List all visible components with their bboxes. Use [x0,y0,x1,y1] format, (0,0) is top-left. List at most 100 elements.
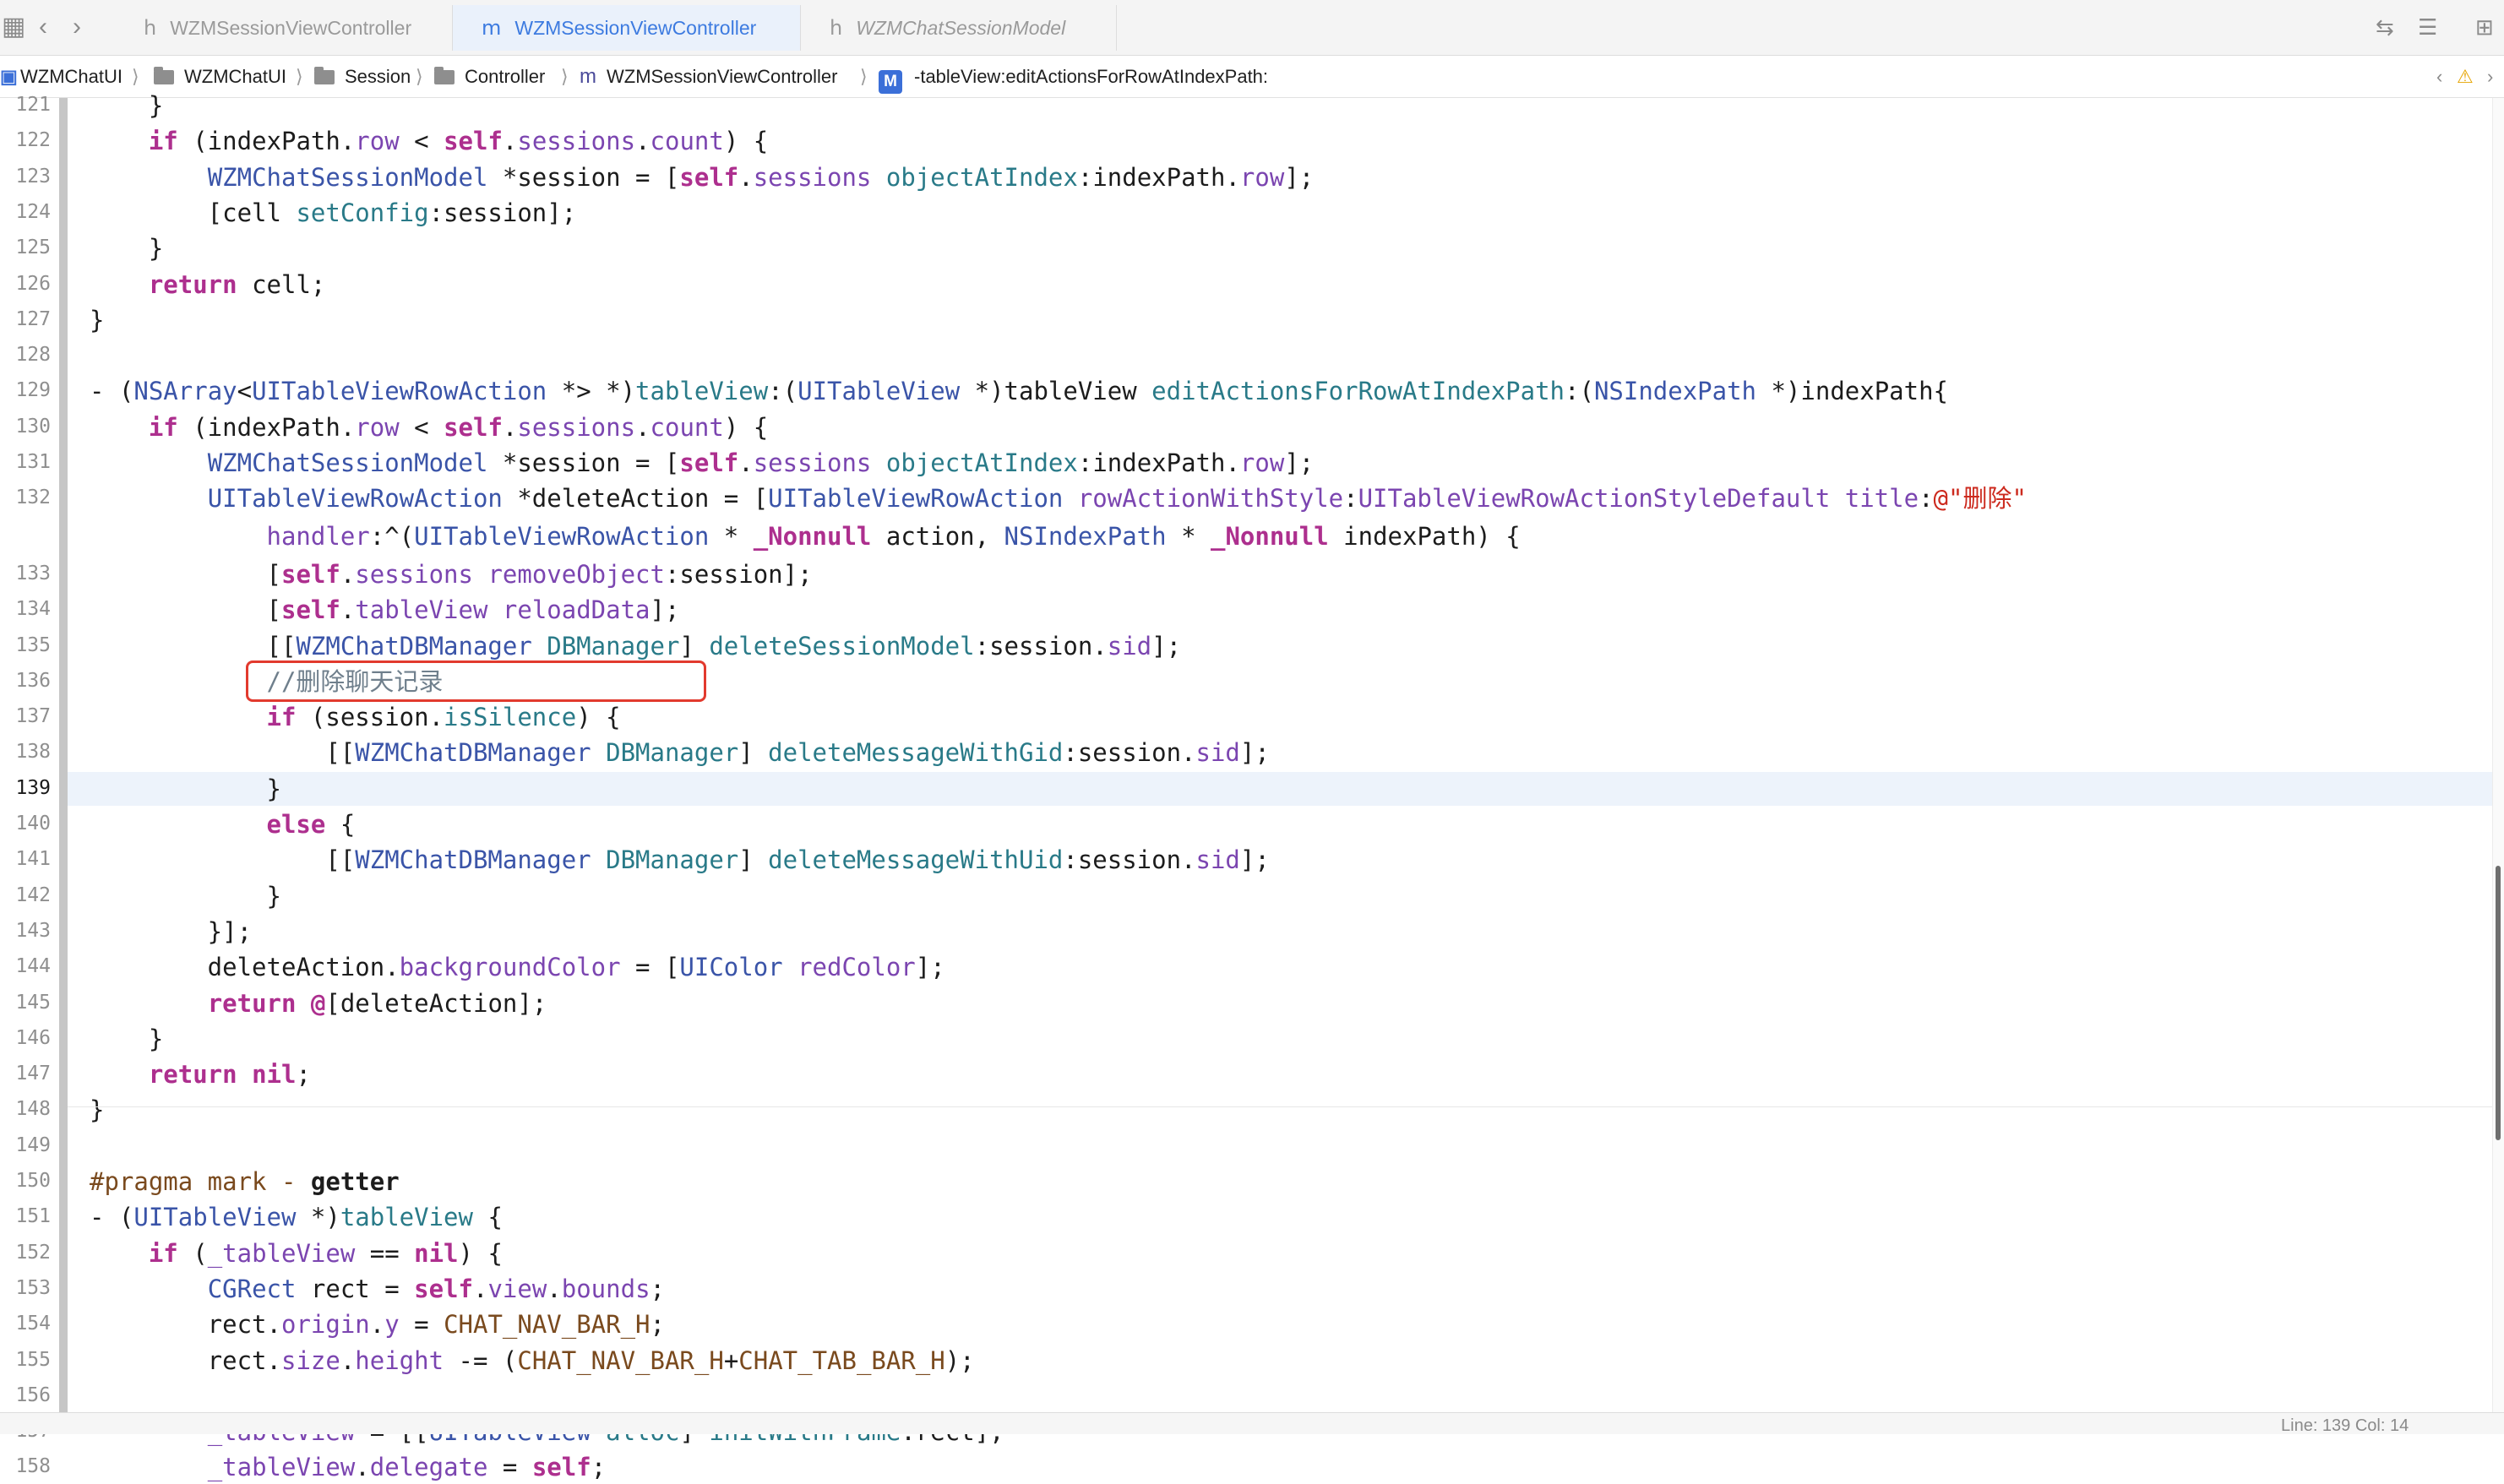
code-token: #pragma mark - [90,1167,311,1196]
line-number[interactable]: 143 [0,920,51,942]
line-number[interactable]: 129 [0,379,51,401]
code-line[interactable]: if (session.isSilence) { [68,700,2492,734]
code-line[interactable]: rect.origin.y = CHAT_NAV_BAR_H; [68,1307,2492,1341]
tab-header-session-controller[interactable]: h WZMSessionViewController [115,5,453,51]
code-token: row [1239,448,1285,477]
code-token: self [280,559,340,589]
grid-icon[interactable]: ▦ [2,10,25,44]
line-number[interactable]: 153 [0,1277,51,1299]
code-line[interactable]: [self.sessions removeObject:session]; [68,557,2492,591]
code-line[interactable]: _tableView.delegate = self; [68,1450,2492,1484]
code-token: row [1239,162,1285,192]
line-number[interactable]: 134 [0,598,51,620]
line-number[interactable]: 142 [0,884,51,906]
line-number[interactable]: 155 [0,1349,51,1371]
code-token: NSIndexPath [1004,522,1167,552]
line-number[interactable]: 158 [0,1455,51,1477]
code-line[interactable]: else { [68,807,2492,841]
line-number[interactable]: 136 [0,670,51,692]
code-line[interactable]: handler:^(UITableViewRowAction * _Nonnul… [68,519,2492,553]
list-editor-icon[interactable]: ☰ [2418,10,2437,44]
line-number[interactable]: 122 [0,129,51,151]
code-line[interactable]: [[WZMChatDBManager DBManager] deleteMess… [68,843,2492,877]
code-token: CHAT_NAV_BAR_H [517,1345,724,1375]
tab-impl-session-controller[interactable]: m WZMSessionViewController [453,5,801,51]
scrollbar-thumb[interactable] [2496,866,2501,1140]
line-number[interactable]: 145 [0,992,51,1014]
line-number[interactable]: 121 [0,94,51,116]
code-token: NSIndexPath [1593,377,1757,406]
line-number[interactable]: 147 [0,1063,51,1084]
code-line[interactable]: }]; [68,915,2492,949]
line-number[interactable]: 135 [0,634,51,656]
code-line[interactable]: return nil; [68,1057,2492,1091]
code-line[interactable]: - (UITableView *)tableView { [68,1200,2492,1234]
line-number[interactable]: 131 [0,451,51,473]
code-line[interactable]: } [68,231,2492,265]
code-token: deleteMessageWithUid [768,845,1064,875]
line-number[interactable]: 133 [0,563,51,584]
code-line[interactable]: } [68,771,2492,806]
line-number[interactable]: 156 [0,1384,51,1406]
code-line[interactable]: CGRect rect = self.view.bounds; [68,1272,2492,1306]
line-number[interactable]: 125 [0,236,51,258]
line-number[interactable]: 151 [0,1205,51,1227]
line-number[interactable]: 127 [0,308,51,330]
tab-header-chat-session-model[interactable]: h WZMChatSessionModel [801,5,1117,51]
line-number[interactable]: 141 [0,848,51,870]
code-token: redColor [797,953,916,982]
forward-arrow-icon[interactable]: › [73,10,81,44]
line-number[interactable]: 124 [0,201,51,223]
line-number[interactable]: 148 [0,1098,51,1120]
code-token: @ [310,988,326,1018]
code-token: sessions [753,162,872,192]
code-line[interactable]: } [68,1022,2492,1056]
code-line[interactable]: [[WZMChatDBManager DBManager] deleteSess… [68,629,2492,663]
line-number[interactable]: 149 [0,1134,51,1156]
code-line[interactable]: [cell setConfig:session]; [68,196,2492,230]
code-line[interactable]: WZMChatSessionModel *session = [self.ses… [68,160,2492,194]
code-token: getter [310,1167,400,1196]
line-number[interactable]: 123 [0,166,51,188]
impl-file-icon: m [580,65,596,88]
code-line[interactable]: if (indexPath.row < self.sessions.count)… [68,410,2492,444]
code-line[interactable]: if (_tableView == nil) { [68,1237,2492,1270]
line-number[interactable]: 150 [0,1170,51,1192]
code-line[interactable]: [[WZMChatDBManager DBManager] deleteMess… [68,736,2492,769]
line-number[interactable]: 144 [0,955,51,977]
code-line[interactable]: } [68,89,2492,122]
code-token: title [1844,484,1919,514]
vertical-scrollbar[interactable] [2492,98,2504,1412]
code-line[interactable]: if (indexPath.row < self.sessions.count)… [68,124,2492,158]
code-line[interactable]: } [68,1093,2492,1127]
code-line[interactable]: } [68,879,2492,913]
line-number[interactable]: 152 [0,1242,51,1264]
line-number[interactable]: 128 [0,344,51,366]
code-line[interactable]: deleteAction.backgroundColor = [UIColor … [68,950,2492,984]
code-token: tableView [355,595,488,625]
code-line[interactable]: - (NSArray<UITableViewRowAction *> *)tab… [68,374,2492,408]
line-number[interactable]: 139 [0,777,51,799]
code-token: _Nonnull [753,522,872,552]
code-line[interactable]: rect.size.height -= (CHAT_NAV_BAR_H+CHAT… [68,1344,2492,1378]
code-line[interactable]: UITableViewRowAction *deleteAction = [UI… [68,481,2492,515]
line-number[interactable]: 140 [0,813,51,834]
code-line[interactable]: } [68,303,2492,337]
line-number[interactable]: 154 [0,1313,51,1335]
code-line[interactable]: return cell; [68,268,2492,302]
swap-icon[interactable]: ⇆ [2376,10,2394,44]
line-number[interactable]: 146 [0,1027,51,1049]
code-editor[interactable]: } if (indexPath.row < self.sessions.coun… [68,91,2492,1481]
code-line[interactable]: WZMChatSessionModel *session = [self.ses… [68,446,2492,480]
line-number[interactable]: 138 [0,741,51,763]
code-line[interactable]: return @[deleteAction]; [68,987,2492,1020]
line-number[interactable]: 132 [0,487,51,508]
line-number[interactable]: 126 [0,273,51,295]
back-arrow-icon[interactable]: ‹ [39,10,47,44]
line-number-gutter[interactable]: 121 122 123 124 125 126 127 128 129 130 131 132 133 1… [0,94,59,1477]
code-line[interactable]: #pragma mark - getter [68,1165,2492,1199]
line-number[interactable]: 130 [0,416,51,438]
add-editor-icon[interactable]: ⊞ [2475,10,2494,44]
code-line[interactable]: [self.tableView reloadData]; [68,593,2492,627]
line-number[interactable]: 137 [0,705,51,727]
